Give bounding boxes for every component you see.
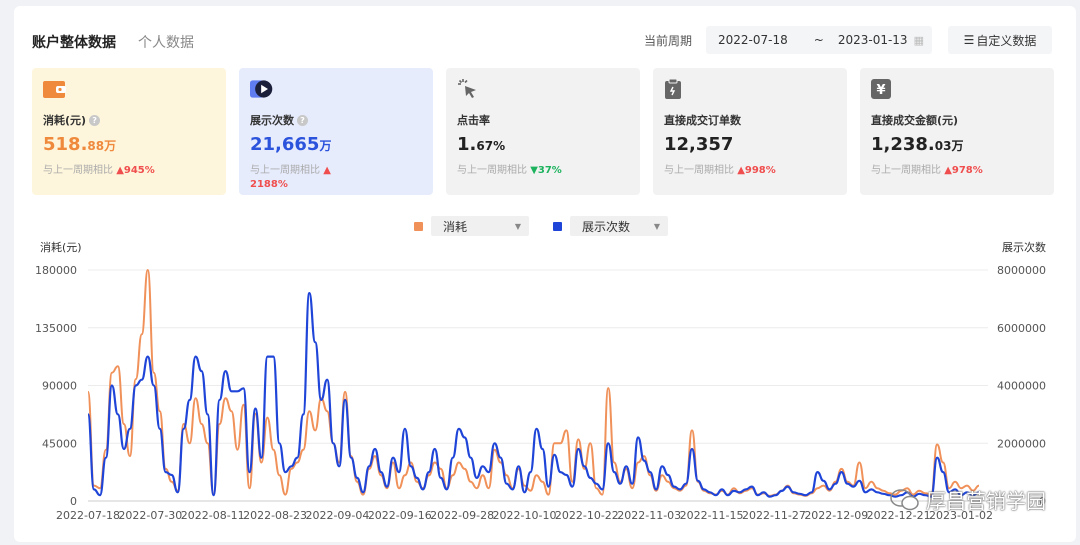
start-date: 2022-07-18 xyxy=(718,33,788,47)
y2-tick-label: 8000000 xyxy=(997,264,1046,277)
date-range-picker[interactable]: 2022-07-18 ~ 2023-01-13 ▦ xyxy=(706,26,933,54)
metric-value: 1.67% xyxy=(457,134,506,155)
x-tick-label: 2022-11-27 xyxy=(742,509,806,522)
tab-personal[interactable]: 个人数据 xyxy=(138,32,194,52)
metric-label: 点击率 xyxy=(457,114,490,127)
metric-label: 消耗(元) xyxy=(43,114,87,127)
help-icon[interactable]: ? xyxy=(297,114,308,126)
period-selector: 当前周期 2022-07-18 ~ 2023-01-13 ▦ ☰ 自定义数据 xyxy=(644,26,1053,54)
date-separator: ~ xyxy=(813,33,824,47)
x-tick-label: 2022-09-16 xyxy=(368,509,432,522)
data-tabs: 账户整体数据 个人数据 xyxy=(32,32,194,52)
metric-label: 展示次数 xyxy=(250,114,294,127)
y-tick-label: 45000 xyxy=(42,437,77,450)
metric-value: 518.88万 xyxy=(43,134,117,155)
metric-comparison: 与上一周期相比 ▲998% xyxy=(664,165,776,176)
y-axis-label: 消耗(元) xyxy=(40,240,82,254)
period-label: 当前周期 xyxy=(644,33,693,48)
wechat-icon xyxy=(890,488,919,510)
y-tick-label: 0 xyxy=(70,495,77,508)
metric-value: 12,357 xyxy=(664,134,734,155)
x-tick-label: 2022-07-18 xyxy=(56,509,120,522)
metric-comparison: 与上一周期相比 ▲ 2188% xyxy=(250,165,331,190)
metric-card-impressions[interactable]: 展示次数? 21,665万 与上一周期相比 ▲ 2188% xyxy=(239,68,433,195)
wallet-icon xyxy=(43,78,67,100)
help-icon[interactable]: ? xyxy=(89,114,101,126)
metric-label: 直接成交订单数 xyxy=(664,114,741,127)
tab-account-overall[interactable]: 账户整体数据 xyxy=(32,32,116,52)
metric-comparison: 与上一周期相比 ▲978% xyxy=(871,165,983,176)
x-tick-label: 2022-07-30 xyxy=(118,509,182,522)
x-tick-label: 2022-11-15 xyxy=(680,509,744,522)
calendar-icon: ▦ xyxy=(913,33,925,47)
svg-text:¥: ¥ xyxy=(876,83,885,98)
play-icon xyxy=(250,78,274,100)
x-tick-label: 2022-11-03 xyxy=(617,509,681,522)
x-tick-label: 2022-09-28 xyxy=(430,509,494,522)
custom-data-label: 自定义数据 xyxy=(976,33,1037,48)
y2-tick-label: 4000000 xyxy=(997,380,1046,393)
metric-value: 1,238.03万 xyxy=(871,134,964,155)
watermark-text: 厚昌营销学园 xyxy=(926,489,1046,513)
x-tick-label: 2022-09-04 xyxy=(305,509,369,522)
yen-icon: ¥ xyxy=(871,78,895,100)
metric-label: 直接成交金额(元) xyxy=(871,114,959,127)
metric-comparison: 与上一周期相比 ▼37% xyxy=(457,165,562,176)
x-tick-label: 2022-10-22 xyxy=(555,509,619,522)
metric-card-gmv[interactable]: ¥ 直接成交金额(元) 1,238.03万 与上一周期相比 ▲978% xyxy=(860,68,1054,195)
metric-cards: 消耗(元)? 518.88万 与上一周期相比 ▲945% 展示次数? 21,66… xyxy=(32,68,1054,195)
y-tick-label: 135000 xyxy=(35,322,77,335)
metric-card-orders[interactable]: 直接成交订单数 12,357 与上一周期相比 ▲998% xyxy=(653,68,847,195)
metric-comparison: 与上一周期相比 ▲945% xyxy=(43,165,155,176)
watermark: 厚昌营销学园 xyxy=(890,485,1046,514)
cursor-click-icon xyxy=(457,78,481,100)
account-data-panel: 账户整体数据 个人数据 当前周期 2022-07-18 ~ 2023-01-13… xyxy=(14,6,1076,542)
end-date: 2023-01-13 xyxy=(837,33,908,47)
y2-tick-label: 2000000 xyxy=(997,437,1046,450)
metric-card-ctr[interactable]: 点击率 1.67% 与上一周期相比 ▼37% xyxy=(446,68,640,195)
x-tick-label: 2022-12-09 xyxy=(804,509,868,522)
clipboard-icon xyxy=(664,78,688,100)
y2-tick-label: 6000000 xyxy=(997,322,1046,335)
metric-value: 21,665万 xyxy=(250,134,332,155)
filter-icon: ☰ xyxy=(963,33,975,47)
y2-axis-label: 展示次数 xyxy=(1002,240,1046,254)
series-line-impressions xyxy=(86,292,980,498)
y-tick-label: 180000 xyxy=(35,264,77,277)
custom-data-button[interactable]: ☰ 自定义数据 xyxy=(948,26,1053,54)
metric-card-spend[interactable]: 消耗(元)? 518.88万 与上一周期相比 ▲945% xyxy=(32,68,226,195)
x-tick-label: 2022-08-23 xyxy=(243,509,307,522)
y-tick-label: 90000 xyxy=(42,380,77,393)
x-tick-label: 2022-08-11 xyxy=(181,509,245,522)
x-tick-label: 2022-10-10 xyxy=(493,509,557,522)
